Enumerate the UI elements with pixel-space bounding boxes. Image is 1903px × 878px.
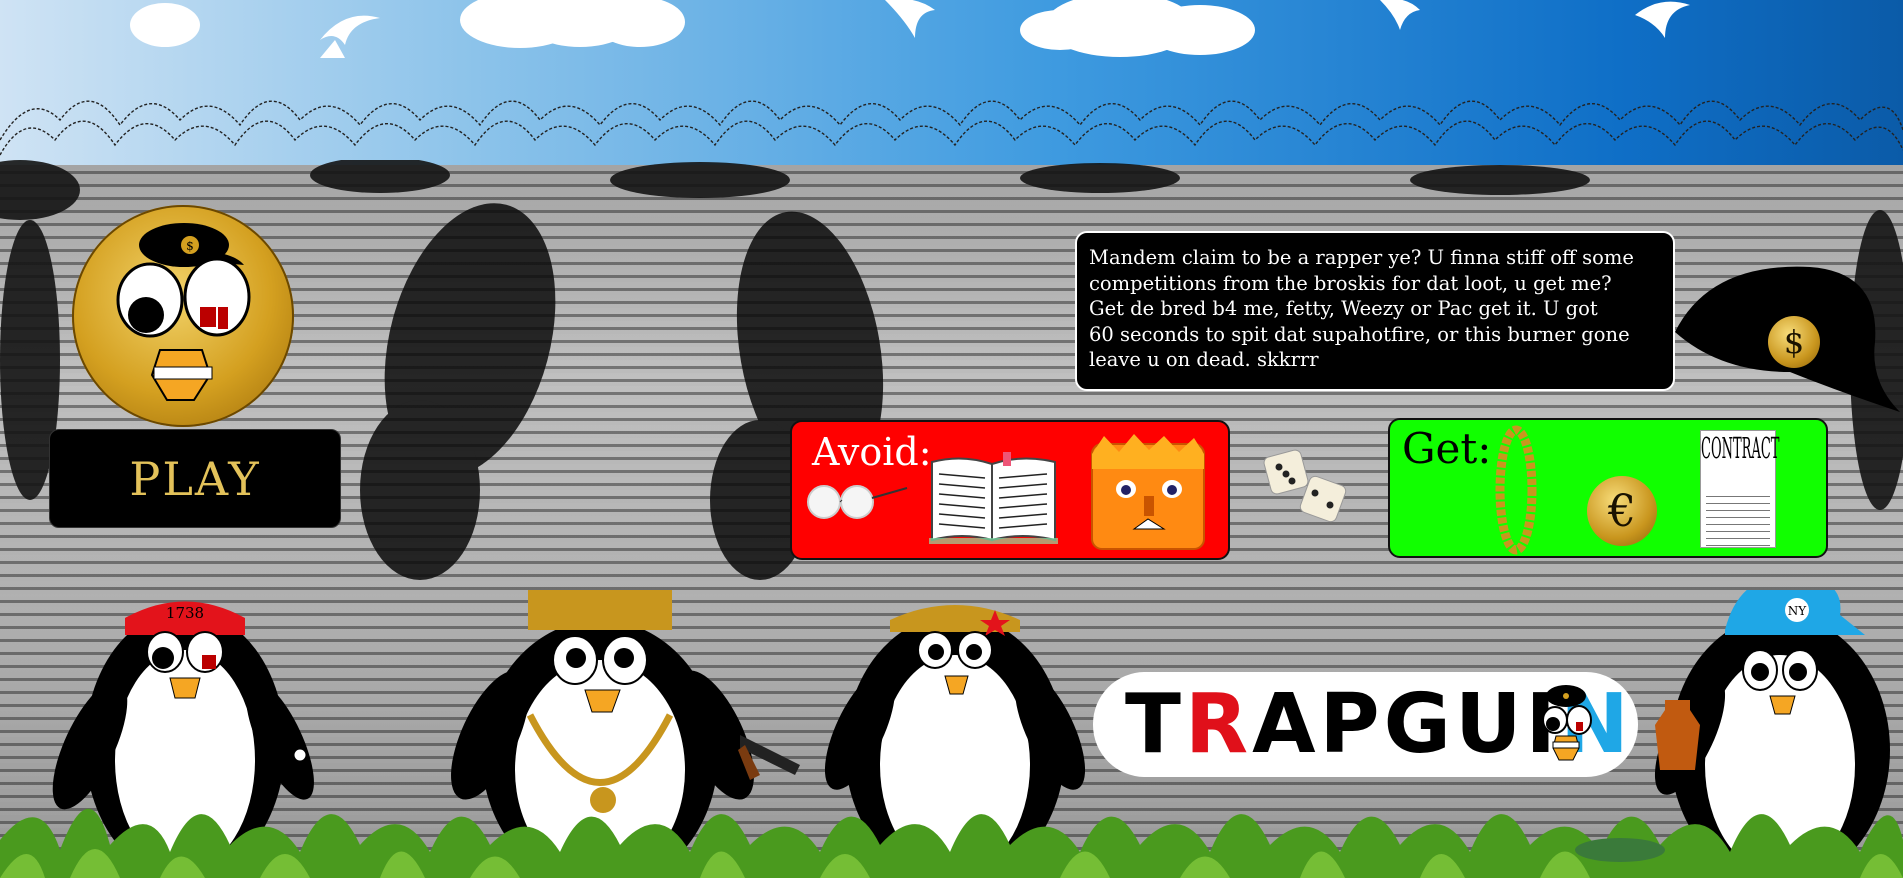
get-label: Get:: [1402, 424, 1492, 473]
get-panel: Get: € CONTRACT: [1388, 418, 1828, 558]
speech-line: leave u on dead. skkrrr: [1089, 348, 1319, 371]
gold-chain-icon: [1495, 425, 1537, 555]
glasses-icon: [807, 485, 908, 519]
dollar-coin-icon: $: [1768, 316, 1820, 368]
speech-line: Get de bred b4 me, fetty, Weezy or Pac g…: [1089, 297, 1598, 320]
game-scene: $ PLAY Mandem claim to be a rapper ye? U…: [0, 0, 1903, 878]
contract-icon: CONTRACT: [1700, 430, 1780, 548]
player-avatar: $: [72, 205, 294, 427]
book-icon: [929, 452, 1058, 544]
penguin-face-icon: $: [116, 223, 251, 401]
contract-lines: [1706, 496, 1770, 546]
sky-decor: [0, 0, 1903, 156]
headband-number: 1738: [166, 604, 204, 622]
avoid-label: Avoid:: [812, 430, 932, 474]
speech-bubble: Mandem claim to be a rapper ye? U finna …: [1075, 231, 1675, 391]
cloud-icon: [130, 0, 1255, 57]
play-button[interactable]: PLAY: [49, 429, 341, 528]
barbed-wire-icon: [0, 100, 1903, 156]
speech-line: Mandem claim to be a rapper ye? U finna …: [1089, 246, 1634, 269]
contract-title: CONTRACT: [1701, 434, 1780, 467]
penguin-king: [451, 590, 800, 878]
cap-text: NY: [1788, 604, 1808, 618]
bottle-icon: [1575, 838, 1665, 862]
speech-line: 60 seconds to spit dat supahotfire, or t…: [1089, 322, 1630, 346]
penguin-characters: 1738 NY: [0, 590, 1903, 878]
avoid-panel: Avoid:: [790, 420, 1230, 560]
speech-line: competitions from the broskis for dat lo…: [1089, 271, 1612, 295]
svg-text:$: $: [186, 239, 194, 253]
euro-coin-icon: €: [1587, 476, 1657, 546]
angry-face-icon: [1091, 434, 1205, 550]
dice-icon: [1263, 449, 1347, 523]
